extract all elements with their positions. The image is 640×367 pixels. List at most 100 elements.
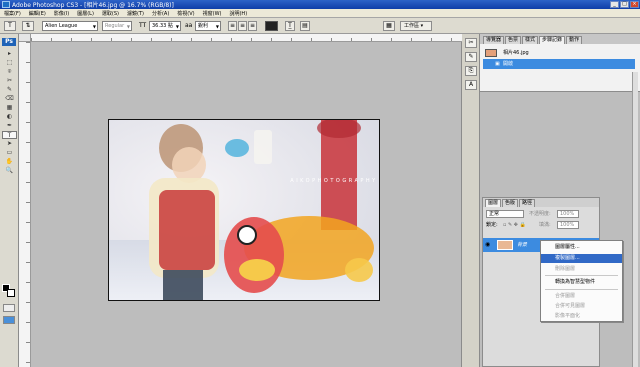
chevron-down-icon: ▼: [126, 24, 130, 29]
character-panel-button[interactable]: ▤: [300, 21, 310, 31]
menu-item-merge-layers[interactable]: 合併圖層: [541, 292, 622, 301]
window-title: Adobe Photoshop CS3 - [相片46.jpg @ 16.7% …: [12, 2, 174, 9]
menu-image[interactable]: 影像(I): [50, 10, 73, 17]
clone-source-icon[interactable]: ⎘: [465, 66, 477, 76]
anti-alias-select[interactable]: 銳利 ▼: [195, 21, 221, 31]
collapsed-panel-dock: ✂ ✎ ⎘ A: [462, 34, 480, 367]
lock-icons[interactable]: ▫ ✎ ✥ 🔒: [503, 221, 526, 229]
layers-tabs: 圖層 色版 路徑: [483, 198, 599, 207]
history-step-open[interactable]: ▣ 開啟: [483, 59, 635, 69]
tab-swatches[interactable]: 色票: [505, 36, 522, 44]
fill-input[interactable]: 100%: [557, 221, 579, 229]
path-selection-tool-icon[interactable]: ➤: [2, 140, 17, 148]
eraser-tool-icon[interactable]: ⌫: [2, 95, 17, 103]
horizontal-ruler[interactable]: [31, 34, 462, 42]
pen-tool-icon[interactable]: ✒: [2, 122, 17, 130]
photoshop-logo: Ps: [2, 38, 16, 46]
snapshot-label: 相片46.jpg: [503, 50, 529, 56]
panel-scrollbar[interactable]: [632, 72, 638, 367]
font-family-select[interactable]: Alien League ▼: [42, 21, 98, 31]
tab-styles[interactable]: 樣式: [522, 36, 539, 44]
photo-image: AIKOPHOTOGRAPHY: [109, 120, 379, 300]
align-right-button[interactable]: ≡: [248, 21, 257, 31]
character-icon[interactable]: A: [465, 80, 477, 90]
child-pants: [163, 270, 203, 300]
warp-text-button[interactable]: T̲: [285, 21, 295, 31]
anti-alias-icon: aa: [185, 22, 193, 29]
gradient-tool-icon[interactable]: ▦: [2, 104, 17, 112]
menu-item-layer-properties[interactable]: 圖層屬性...: [541, 243, 622, 252]
tab-actions[interactable]: 動作: [566, 36, 583, 44]
window-controls: _ □ ×: [610, 1, 639, 8]
font-style-select[interactable]: Regular ▼: [102, 21, 132, 31]
align-center-button[interactable]: ≡: [238, 21, 247, 31]
history-snapshot[interactable]: 相片46.jpg: [483, 48, 635, 58]
text-orientation-icon[interactable]: ⇅: [22, 21, 34, 31]
minimize-button[interactable]: _: [610, 1, 619, 8]
child-face: [172, 147, 206, 183]
menu-item-duplicate-layer[interactable]: 複製圖層...: [541, 254, 622, 263]
lasso-tool-icon[interactable]: ⌾: [2, 68, 17, 76]
align-left-button[interactable]: ≡: [228, 21, 237, 31]
tab-paths[interactable]: 路徑: [519, 199, 536, 207]
menu-item-flatten-image[interactable]: 影像平面化: [541, 312, 622, 321]
anti-alias-value: 銳利: [198, 23, 209, 29]
tab-channels[interactable]: 色版: [502, 199, 519, 207]
lock-label: 鎖定:: [486, 222, 498, 228]
blend-mode-select[interactable]: 正常: [486, 210, 524, 218]
zoom-tool-icon[interactable]: 🔍: [2, 167, 17, 175]
font-size-select[interactable]: 36.33 點 ▼: [149, 21, 181, 31]
photoshop-app-icon: [2, 1, 10, 8]
close-button[interactable]: ×: [630, 1, 639, 8]
layer-thumbnail: [497, 240, 513, 250]
ruler-origin[interactable]: [19, 34, 31, 42]
background-color-swatch[interactable]: [7, 289, 15, 297]
marquee-tool-icon[interactable]: ⬚: [2, 59, 17, 67]
white-object: [254, 130, 272, 164]
shape-tool-icon[interactable]: ▭: [2, 149, 17, 157]
menu-view[interactable]: 檢視(V): [173, 10, 198, 17]
hand-tool-icon[interactable]: ✋: [2, 158, 17, 166]
document-window: AIKOPHOTOGRAPHY: [19, 34, 462, 367]
tool-presets-icon[interactable]: ✂: [465, 38, 477, 48]
tab-layers[interactable]: 圖層: [485, 199, 502, 207]
menu-item-convert-smart-object[interactable]: 轉換為智慧型物件: [541, 278, 622, 287]
dodge-tool-icon[interactable]: ◐: [2, 113, 17, 121]
font-family-value: Alien League: [45, 23, 78, 29]
menu-file[interactable]: 檔案(F): [0, 10, 25, 17]
menu-analysis[interactable]: 分析(A): [148, 10, 173, 17]
menu-window[interactable]: 視窗(W): [199, 10, 226, 17]
move-tool-icon[interactable]: ▸: [2, 50, 17, 58]
opacity-label: 不透明度:: [529, 211, 551, 217]
image-canvas[interactable]: AIKOPHOTOGRAPHY: [108, 119, 380, 301]
font-size-value: 36.33 點: [152, 23, 173, 29]
palette-well-icon[interactable]: ▦: [383, 21, 395, 31]
brushes-icon[interactable]: ✎: [465, 52, 477, 62]
brush-tool-icon[interactable]: ✎: [2, 86, 17, 94]
history-tabs: 導覽器 色票 樣式 步驟記錄 動作: [480, 34, 640, 44]
eye-icon[interactable]: ◉: [485, 241, 490, 248]
workspace-button[interactable]: 工作區 ▾: [400, 21, 432, 31]
type-tool-preset-button[interactable]: T: [4, 21, 16, 31]
fill-label: 填滿:: [539, 222, 551, 228]
vertical-ruler[interactable]: [19, 42, 31, 367]
layer-context-menu: 圖層屬性... 複製圖層... 刪除圖層 轉換為智慧型物件 合併圖層 合併可見圖…: [540, 240, 623, 322]
menu-select[interactable]: 選取(S): [98, 10, 123, 17]
menu-item-delete-layer[interactable]: 刪除圖層: [541, 265, 622, 274]
menu-filter[interactable]: 濾鏡(T): [123, 10, 148, 17]
tab-history[interactable]: 步驟記錄: [539, 36, 566, 44]
tab-navigator[interactable]: 導覽器: [483, 36, 505, 44]
crop-tool-icon[interactable]: ✂: [2, 77, 17, 85]
snapshot-thumbnail: [485, 49, 497, 57]
menu-bar: 檔案(F) 編輯(E) 影像(I) 圖層(L) 選取(S) 濾鏡(T) 分析(A…: [0, 9, 640, 18]
maximize-button[interactable]: □: [620, 1, 629, 8]
menu-item-merge-visible[interactable]: 合併可見圖層: [541, 302, 622, 311]
screen-mode-icon[interactable]: [3, 316, 15, 324]
text-color-swatch[interactable]: [265, 21, 278, 31]
quick-mask-icon[interactable]: [3, 304, 15, 312]
menu-layer[interactable]: 圖層(L): [73, 10, 98, 17]
opacity-input[interactable]: 100%: [557, 210, 579, 218]
menu-help[interactable]: 說明(H): [225, 10, 251, 17]
type-tool-icon[interactable]: T: [2, 131, 17, 139]
menu-edit[interactable]: 編輯(E): [25, 10, 50, 17]
